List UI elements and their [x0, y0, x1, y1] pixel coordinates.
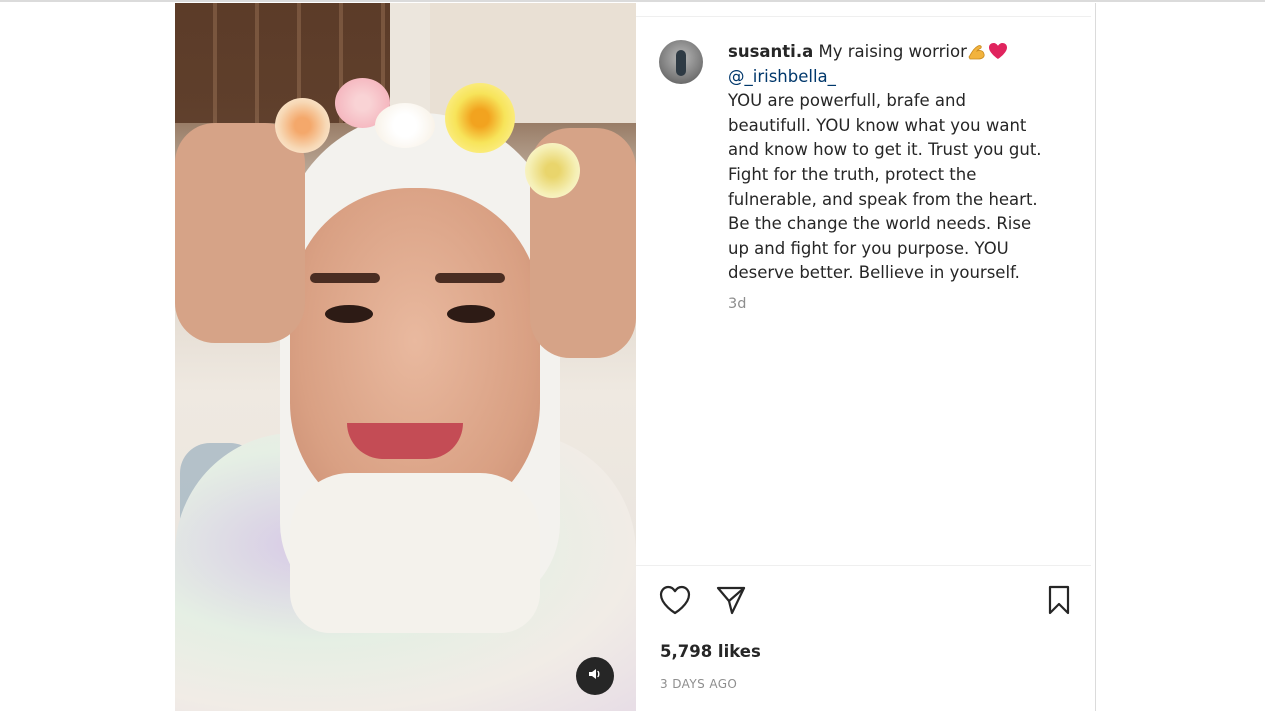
red-heart-emoji-icon: [988, 42, 1008, 60]
user-avatar[interactable]: [659, 40, 703, 84]
subject-right-eye: [447, 305, 495, 323]
subject-scarf: [290, 473, 540, 633]
subject-right-brow: [435, 273, 505, 283]
post-video[interactable]: [175, 3, 636, 711]
post-caption: susanti.a My raising worrior @_irishbell…: [728, 40, 1068, 286]
speaker-icon: [587, 666, 603, 686]
likes-count[interactable]: 5,798 likes: [660, 642, 761, 661]
subject-left-eye: [325, 305, 373, 323]
panel-header-divider: [636, 16, 1091, 17]
flower-crown-flower: [525, 143, 580, 198]
panel-right-border: [1095, 3, 1096, 711]
flexed-biceps-emoji-icon: [967, 42, 987, 60]
bookmark-outline-icon: [1045, 584, 1073, 620]
post-timestamp[interactable]: 3 DAYS AGO: [660, 677, 737, 691]
flower-crown-flower: [375, 103, 435, 148]
caption-intro: My raising worrior: [813, 42, 967, 61]
flower-crown-flower: [275, 98, 330, 153]
save-button[interactable]: [1041, 584, 1077, 620]
sound-toggle-button[interactable]: [576, 657, 614, 695]
relative-post-age: 3d: [728, 296, 747, 312]
caption-text: YOU are powerfull, brafe and beautifull.…: [728, 91, 1042, 283]
like-button[interactable]: [657, 584, 693, 620]
caption-username[interactable]: susanti.a: [728, 42, 813, 61]
share-button[interactable]: [713, 584, 749, 620]
subject-left-brow: [310, 273, 380, 283]
left-hand: [175, 123, 305, 343]
subject-lips: [347, 423, 463, 459]
heart-outline-icon: [658, 584, 692, 620]
top-divider: [0, 0, 1265, 2]
flower-crown-flower: [445, 83, 515, 153]
caption-mention-link[interactable]: @_irishbella_: [728, 65, 1068, 90]
avatar-figure: [676, 50, 686, 76]
paper-plane-icon: [715, 584, 747, 620]
actions-divider: [636, 565, 1091, 566]
